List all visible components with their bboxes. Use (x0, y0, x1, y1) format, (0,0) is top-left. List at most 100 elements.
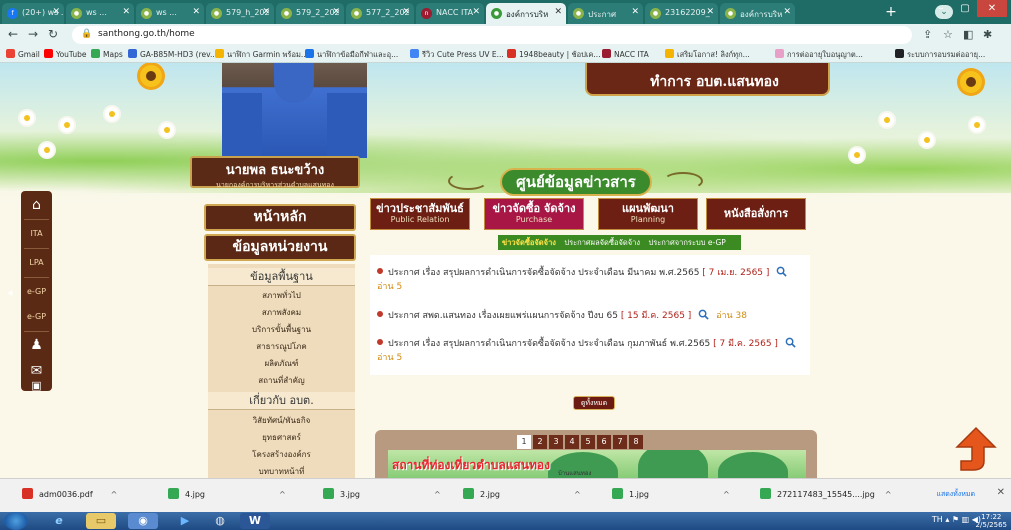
page-button[interactable]: 4 (565, 435, 579, 449)
list-item[interactable]: ประกาศ เรื่อง สรุปผลการดำเนินการจัดซื้อจ… (377, 337, 807, 365)
close-tab-icon[interactable]: ✕ (783, 7, 791, 17)
menu-item[interactable]: สาธารณูปโภค (208, 339, 355, 355)
close-tab-icon[interactable]: ✕ (332, 7, 340, 17)
sidebar-item-lpa[interactable]: LPA (21, 249, 52, 277)
sidebar-item-egp[interactable]: e-GP (21, 278, 52, 306)
page-button[interactable]: 3 (549, 435, 563, 449)
sidebar-item-egp-2[interactable]: e-GP (21, 303, 52, 331)
download-item[interactable]: 3.jpg ^ (323, 488, 441, 499)
menu-item[interactable]: สภาพทั่วไป (208, 288, 355, 304)
sitemap-icon[interactable]: ▣ (21, 380, 52, 391)
close-tab-icon[interactable]: ✕ (122, 7, 130, 17)
list-item[interactable]: ประกาศ เรื่อง สรุปผลการดำเนินการจัดซื้อจ… (377, 266, 807, 294)
close-tab-icon[interactable]: ✕ (52, 7, 60, 17)
bookmark-gmail[interactable]: Gmail (6, 49, 40, 59)
close-tab-icon[interactable]: ✕ (631, 7, 639, 17)
chevron-up-icon[interactable]: ^ (279, 490, 286, 499)
browser-tab[interactable]: ● 579_2_202 ✕ (276, 3, 344, 24)
bookmark-nacc[interactable]: NACC ITA (602, 49, 649, 59)
page-button[interactable]: 5 (581, 435, 595, 449)
bookmark-maps[interactable]: Maps (91, 49, 123, 59)
menu-item[interactable]: สถานที่สำคัญ (208, 373, 355, 389)
close-shelf-icon[interactable]: ✕ (997, 487, 1005, 498)
menu-item[interactable]: วิสัยทัศน์/พันธกิจ (208, 413, 355, 429)
subtab-egp-announcements[interactable]: ประกาศจากระบบ e-GP (648, 238, 725, 247)
collapse-arrow-icon[interactable]: ◂ (7, 286, 13, 299)
bookmark-license[interactable]: การต่ออายุใบอนุญาต... (775, 49, 863, 61)
sidepanel-icon[interactable]: ◧ (963, 28, 973, 41)
internet-explorer-icon[interactable]: e (44, 513, 74, 529)
tab-purchase[interactable]: ข่าวจัดซื้อ จัดจ้าง Purchase (484, 198, 584, 230)
browser-tab-active[interactable]: ● องค์การบริห ✕ (486, 3, 566, 24)
close-tab-icon[interactable]: ✕ (262, 7, 270, 17)
language-indicator[interactable]: TH (932, 515, 943, 524)
menu-item[interactable]: บทบาทหน้าที่ (208, 464, 355, 478)
bookmark-watch[interactable]: นาฬิกาข้อมือกีฬาและอุ... (305, 49, 398, 61)
chrome-icon[interactable]: ◉ (128, 513, 158, 529)
close-tab-icon[interactable]: ✕ (554, 7, 562, 17)
share-icon[interactable]: ⇪ (923, 28, 932, 41)
page-button[interactable]: 8 (629, 435, 643, 449)
subtab-procurement-news[interactable]: ข่าวจัดซื้อจัดจ้าง (502, 238, 556, 247)
page-button[interactable]: 6 (597, 435, 611, 449)
back-icon[interactable]: ← (8, 27, 18, 41)
download-item[interactable]: 4.jpg ^ (168, 488, 286, 499)
chevron-up-icon[interactable]: ^ (885, 490, 892, 499)
tab-planning[interactable]: แผนพัฒนา Planning (598, 198, 698, 230)
close-tab-icon[interactable]: ✕ (706, 7, 714, 17)
browser-tab[interactable]: n NACC ITA ✕ (416, 3, 484, 24)
page-button[interactable]: 1 (517, 435, 531, 449)
sidebar-item-ita[interactable]: ITA (21, 220, 52, 248)
menu-item[interactable]: บริการขั้นพื้นฐาน (208, 322, 355, 338)
menu-item[interactable]: ยุทธศาสตร์ (208, 430, 355, 446)
browser-tab[interactable]: ● ws ... ✕ (66, 3, 134, 24)
start-button-icon[interactable] (4, 512, 28, 530)
taskbar-clock[interactable]: 17:22 2/5/2565 (976, 513, 1007, 529)
page-button[interactable]: 7 (613, 435, 627, 449)
menu-item[interactable]: สภาพสังคม (208, 305, 355, 321)
bookmark-cute-press[interactable]: รีวิว Cute Press UV E... (410, 49, 504, 61)
browser-tab[interactable]: ● องค์การบริห ✕ (720, 3, 795, 24)
browser-tab[interactable]: ● 23162209_ ✕ (645, 3, 718, 24)
bookmark-opportunity[interactable]: เสริมโอกาส! ลิงก์ทุก... (665, 49, 750, 61)
close-tab-icon[interactable]: ✕ (472, 7, 480, 17)
scroll-to-top-icon[interactable] (953, 425, 999, 473)
subtab-procurement-results[interactable]: ประกาศผลจัดซื้อจัดจ้าง (564, 238, 640, 247)
minimize-icon[interactable]: – (929, 0, 953, 17)
list-item[interactable]: ประกาศ สพด.แสนทอง เรื่องเผยแพร่แผนการจัด… (377, 309, 807, 323)
menu-item[interactable]: โครงสร้างองค์กร (208, 447, 355, 463)
download-item[interactable]: 1.jpg ^ (612, 488, 730, 499)
close-tab-icon[interactable]: ✕ (402, 7, 410, 17)
maximize-icon[interactable]: ▢ (953, 0, 977, 17)
browser-tab[interactable]: f (20+) ws ... ✕ (2, 3, 64, 24)
home-icon[interactable]: ⌂ (21, 191, 52, 219)
word-icon[interactable]: W (240, 513, 270, 529)
media-player-icon[interactable]: ▶ (170, 513, 200, 529)
gallery-image[interactable]: สถานที่ท่องเที่ยวตำบลแสนทอง บ้านแสนทอง (388, 450, 806, 478)
file-explorer-icon[interactable]: ▭ (86, 513, 116, 529)
bookmark-gigabyte[interactable]: GA-B85M-HD3 (rev... (128, 49, 217, 59)
forward-icon[interactable]: → (28, 27, 38, 41)
chevron-up-icon[interactable]: ^ (723, 490, 730, 499)
tab-orders[interactable]: หนังสือสั่งการ (706, 198, 806, 230)
page-button[interactable]: 2 (533, 435, 547, 449)
bookmark-training[interactable]: ระบบการอบรมต่ออายุ... (895, 49, 985, 61)
browser-tab[interactable]: ● 577_2_202 ✕ (346, 3, 414, 24)
new-tab-button[interactable]: + (881, 4, 901, 20)
download-item[interactable]: 2.jpg ^ (463, 488, 581, 499)
line-app-icon[interactable]: ◍ (205, 513, 235, 529)
download-item[interactable]: 272117483_15545....jpg ^ (760, 488, 892, 499)
menu-item[interactable]: ผลิตภัณฑ์ (208, 356, 355, 372)
bookmark-star-icon[interactable]: ☆ (943, 28, 953, 41)
bookmark-garmin[interactable]: นาฬิกา Garmin พร้อม... (215, 49, 308, 61)
chevron-up-icon[interactable]: ^ (574, 490, 581, 499)
flag-icon[interactable]: ⚑ (952, 515, 959, 524)
browser-tab[interactable]: ● 579_h_202 ✕ (206, 3, 274, 24)
chevron-up-icon[interactable]: ^ (111, 490, 118, 499)
bookmark-1948beauty[interactable]: 1948beauty | ช้อปเค... (507, 49, 601, 61)
download-item[interactable]: adm0036.pdf ^ (22, 488, 117, 499)
chevron-up-icon[interactable]: ^ (434, 490, 441, 499)
bookmark-youtube[interactable]: YouTube (44, 49, 87, 59)
tab-public-relation[interactable]: ข่าวประชาสัมพันธ์ Public Relation (370, 198, 470, 230)
agency-info-button[interactable]: ข้อมูลหน่วยงาน (204, 234, 356, 261)
